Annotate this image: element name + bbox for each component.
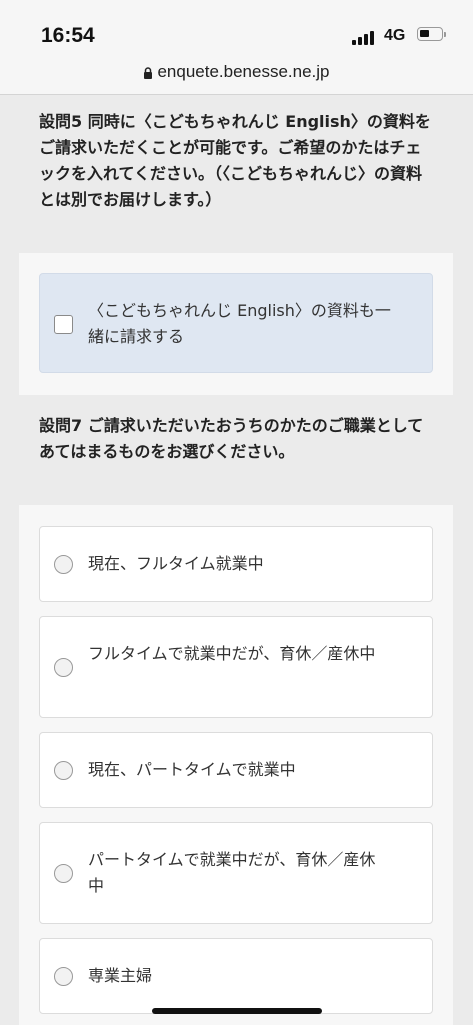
radio-button[interactable] — [54, 864, 73, 883]
survey-page: 設問5 同時に〈こどもちゃれんじ English〉の資料をご請求いただくことが可… — [19, 95, 453, 1025]
radio-label: 専業主婦 — [88, 966, 153, 985]
radio-option-fulltime-leave[interactable]: フルタイムで就業中だが、育休／産休中 — [39, 616, 433, 718]
radio-label: パートタイムで就業中だが、育休／産休中 — [88, 850, 376, 895]
radio-option-fulltime[interactable]: 現在、フルタイム就業中 — [39, 526, 433, 602]
radio-option-parttime-leave[interactable]: パートタイムで就業中だが、育休／産休中 — [39, 822, 433, 924]
status-bar: 16:54 4G — [0, 0, 473, 60]
question-7-options: 現在、フルタイム就業中 フルタイムで就業中だが、育休／産休中 現在、パートタイム… — [19, 505, 453, 1025]
radio-option-homemaker[interactable]: 専業主婦 — [39, 938, 433, 1014]
network-type: 4G — [384, 27, 406, 44]
battery-icon — [417, 27, 443, 41]
radio-button[interactable] — [54, 658, 73, 677]
radio-button[interactable] — [54, 761, 73, 780]
checkbox-label: 〈こどもちゃれんじ English〉の資料も一緒に請求する — [88, 301, 391, 346]
question-7-text: 設問7 ご請求いただいたおうちのかたのご職業としてあてはまるものをお選びください… — [39, 416, 424, 461]
cellular-signal-icon — [352, 29, 376, 45]
radio-button[interactable] — [54, 967, 73, 986]
address-bar[interactable]: enquete.benesse.ne.jp — [0, 60, 473, 95]
radio-button[interactable] — [54, 555, 73, 574]
status-time: 16:54 — [41, 24, 95, 47]
lock-icon — [144, 66, 153, 79]
question-5-text: 設問5 同時に〈こどもちゃれんじ English〉の資料をご請求いただくことが可… — [39, 112, 431, 209]
battery-tip — [444, 32, 446, 37]
checkbox-option-english[interactable]: 〈こどもちゃれんじ English〉の資料も一緒に請求する — [39, 273, 433, 373]
question-5-options: 〈こどもちゃれんじ English〉の資料も一緒に請求する — [19, 253, 453, 395]
radio-label: 現在、パートタイムで就業中 — [88, 760, 296, 779]
radio-label: 現在、フルタイム就業中 — [88, 554, 264, 573]
radio-option-parttime[interactable]: 現在、パートタイムで就業中 — [39, 732, 433, 808]
url-text: enquete.benesse.ne.jp — [157, 62, 330, 81]
home-indicator[interactable] — [152, 1008, 322, 1014]
radio-label: フルタイムで就業中だが、育休／産休中 — [88, 644, 376, 663]
checkbox[interactable] — [54, 315, 73, 334]
